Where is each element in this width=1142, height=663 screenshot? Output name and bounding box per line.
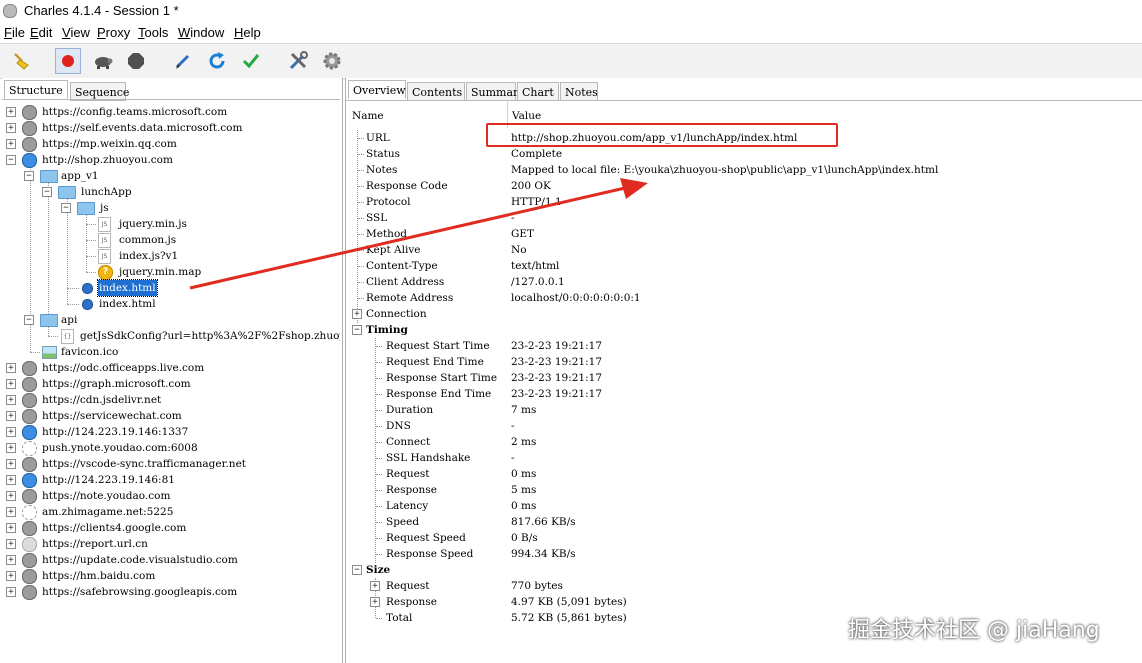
watermark-text: 掘金技术社区 @ jiaHang <box>848 618 1100 643</box>
annotation-arrow <box>189 178 648 290</box>
